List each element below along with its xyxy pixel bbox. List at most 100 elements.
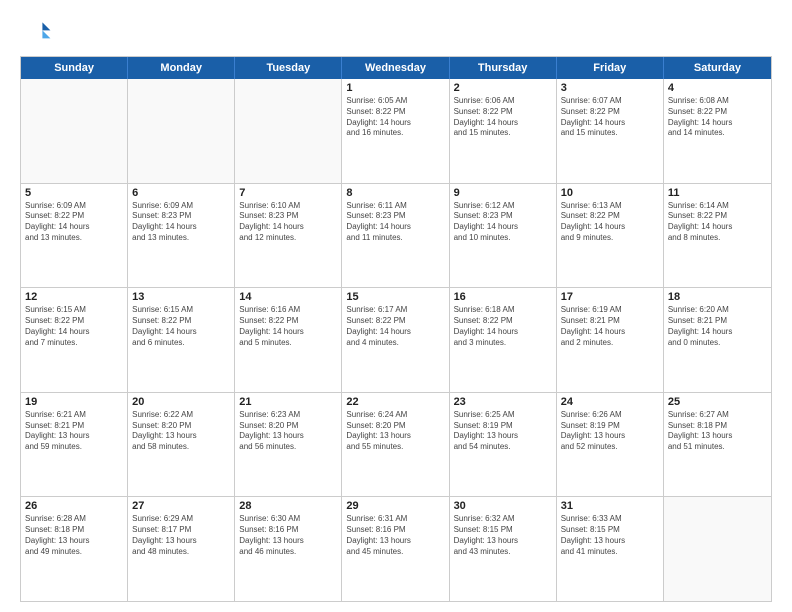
cell-info: Sunrise: 6:27 AM Sunset: 8:18 PM Dayligh… xyxy=(668,410,767,453)
cell-info: Sunrise: 6:06 AM Sunset: 8:22 PM Dayligh… xyxy=(454,96,552,139)
day-number: 27 xyxy=(132,500,230,512)
day-number: 19 xyxy=(25,396,123,408)
weekday-header: Friday xyxy=(557,57,664,79)
calendar-cell xyxy=(128,79,235,183)
cell-info: Sunrise: 6:09 AM Sunset: 8:22 PM Dayligh… xyxy=(25,201,123,244)
calendar-cell xyxy=(235,79,342,183)
day-number: 9 xyxy=(454,187,552,199)
calendar-row: 26 Sunrise: 6:28 AM Sunset: 8:18 PM Dayli… xyxy=(21,497,771,601)
cell-info: Sunrise: 6:20 AM Sunset: 8:21 PM Dayligh… xyxy=(668,305,767,348)
day-number: 15 xyxy=(346,291,444,303)
cell-info: Sunrise: 6:11 AM Sunset: 8:23 PM Dayligh… xyxy=(346,201,444,244)
calendar-cell: 21 Sunrise: 6:23 AM Sunset: 8:20 PM Dayli… xyxy=(235,393,342,497)
day-number: 23 xyxy=(454,396,552,408)
day-number: 13 xyxy=(132,291,230,303)
calendar-cell: 17Sunrise: 6:19 AM Sunset: 8:21 PM Dayli… xyxy=(557,288,664,392)
calendar: SundayMondayTuesdayWednesdayThursdayFrid… xyxy=(20,56,772,602)
cell-info: Sunrise: 6:12 AM Sunset: 8:23 PM Dayligh… xyxy=(454,201,552,244)
day-number: 7 xyxy=(239,187,337,199)
day-number: 5 xyxy=(25,187,123,199)
cell-info: Sunrise: 6:15 AM Sunset: 8:22 PM Dayligh… xyxy=(132,305,230,348)
calendar-cell: 20 Sunrise: 6:22 AM Sunset: 8:20 PM Dayli… xyxy=(128,393,235,497)
day-number: 18 xyxy=(668,291,767,303)
weekday-header: Monday xyxy=(128,57,235,79)
day-number: 31 xyxy=(561,500,659,512)
weekday-header: Thursday xyxy=(450,57,557,79)
calendar-cell: 10 Sunrise: 6:13 AM Sunset: 8:22 PM Dayli… xyxy=(557,184,664,288)
calendar-cell: 27 Sunrise: 6:29 AM Sunset: 8:17 PM Dayli… xyxy=(128,497,235,601)
calendar-cell: 25 Sunrise: 6:27 AM Sunset: 8:18 PM Dayli… xyxy=(664,393,771,497)
calendar-cell: 5 Sunrise: 6:09 AM Sunset: 8:22 PM Daylig… xyxy=(21,184,128,288)
day-number: 6 xyxy=(132,187,230,199)
calendar-cell: 29 Sunrise: 6:31 AM Sunset: 8:16 PM Dayli… xyxy=(342,497,449,601)
cell-info: Sunrise: 6:26 AM Sunset: 8:19 PM Dayligh… xyxy=(561,410,659,453)
calendar-cell: 30 Sunrise: 6:32 AM Sunset: 8:15 PM Dayli… xyxy=(450,497,557,601)
calendar-cell: 8Sunrise: 6:11 AM Sunset: 8:23 PM Daylig… xyxy=(342,184,449,288)
cell-info: Sunrise: 6:10 AM Sunset: 8:23 PM Dayligh… xyxy=(239,201,337,244)
calendar-cell: 12 Sunrise: 6:15 AM Sunset: 8:22 PM Dayli… xyxy=(21,288,128,392)
weekday-header: Saturday xyxy=(664,57,771,79)
cell-info: Sunrise: 6:05 AM Sunset: 8:22 PM Dayligh… xyxy=(346,96,444,139)
day-number: 29 xyxy=(346,500,444,512)
calendar-row: 19 Sunrise: 6:21 AM Sunset: 8:21 PM Dayli… xyxy=(21,393,771,498)
cell-info: Sunrise: 6:07 AM Sunset: 8:22 PM Dayligh… xyxy=(561,96,659,139)
cell-info: Sunrise: 6:23 AM Sunset: 8:20 PM Dayligh… xyxy=(239,410,337,453)
day-number: 16 xyxy=(454,291,552,303)
day-number: 17 xyxy=(561,291,659,303)
cell-info: Sunrise: 6:16 AM Sunset: 8:22 PM Dayligh… xyxy=(239,305,337,348)
calendar-cell: 28Sunrise: 6:30 AM Sunset: 8:16 PM Dayli… xyxy=(235,497,342,601)
day-number: 4 xyxy=(668,82,767,94)
header xyxy=(20,16,772,48)
weekday-header: Tuesday xyxy=(235,57,342,79)
cell-info: Sunrise: 6:21 AM Sunset: 8:21 PM Dayligh… xyxy=(25,410,123,453)
calendar-cell: 4Sunrise: 6:08 AM Sunset: 8:22 PM Daylig… xyxy=(664,79,771,183)
calendar-cell: 9 Sunrise: 6:12 AM Sunset: 8:23 PM Daylig… xyxy=(450,184,557,288)
day-number: 12 xyxy=(25,291,123,303)
logo-icon xyxy=(20,16,52,48)
calendar-cell: 18 Sunrise: 6:20 AM Sunset: 8:21 PM Dayli… xyxy=(664,288,771,392)
day-number: 26 xyxy=(25,500,123,512)
calendar-cell: 15 Sunrise: 6:17 AM Sunset: 8:22 PM Dayli… xyxy=(342,288,449,392)
day-number: 11 xyxy=(668,187,767,199)
day-number: 20 xyxy=(132,396,230,408)
cell-info: Sunrise: 6:31 AM Sunset: 8:16 PM Dayligh… xyxy=(346,514,444,557)
calendar-cell: 2 Sunrise: 6:06 AM Sunset: 8:22 PM Daylig… xyxy=(450,79,557,183)
cell-info: Sunrise: 6:18 AM Sunset: 8:22 PM Dayligh… xyxy=(454,305,552,348)
calendar-cell: 22Sunrise: 6:24 AM Sunset: 8:20 PM Dayli… xyxy=(342,393,449,497)
calendar-cell: 13 Sunrise: 6:15 AM Sunset: 8:22 PM Dayli… xyxy=(128,288,235,392)
day-number: 10 xyxy=(561,187,659,199)
calendar-row: 5 Sunrise: 6:09 AM Sunset: 8:22 PM Daylig… xyxy=(21,184,771,289)
cell-info: Sunrise: 6:30 AM Sunset: 8:16 PM Dayligh… xyxy=(239,514,337,557)
calendar-cell xyxy=(21,79,128,183)
day-number: 14 xyxy=(239,291,337,303)
day-number: 3 xyxy=(561,82,659,94)
calendar-cell: 24Sunrise: 6:26 AM Sunset: 8:19 PM Dayli… xyxy=(557,393,664,497)
calendar-cell: 23 Sunrise: 6:25 AM Sunset: 8:19 PM Dayli… xyxy=(450,393,557,497)
calendar-cell: 19 Sunrise: 6:21 AM Sunset: 8:21 PM Dayli… xyxy=(21,393,128,497)
day-number: 2 xyxy=(454,82,552,94)
cell-info: Sunrise: 6:17 AM Sunset: 8:22 PM Dayligh… xyxy=(346,305,444,348)
calendar-cell: 31Sunrise: 6:33 AM Sunset: 8:15 PM Dayli… xyxy=(557,497,664,601)
calendar-row: 12 Sunrise: 6:15 AM Sunset: 8:22 PM Dayli… xyxy=(21,288,771,393)
day-number: 1 xyxy=(346,82,444,94)
cell-info: Sunrise: 6:22 AM Sunset: 8:20 PM Dayligh… xyxy=(132,410,230,453)
day-number: 30 xyxy=(454,500,552,512)
calendar-body: 1 Sunrise: 6:05 AM Sunset: 8:22 PM Daylig… xyxy=(21,79,771,601)
calendar-row: 1 Sunrise: 6:05 AM Sunset: 8:22 PM Daylig… xyxy=(21,79,771,184)
calendar-cell: 3 Sunrise: 6:07 AM Sunset: 8:22 PM Daylig… xyxy=(557,79,664,183)
weekday-header: Wednesday xyxy=(342,57,449,79)
calendar-cell: 6Sunrise: 6:09 AM Sunset: 8:23 PM Daylig… xyxy=(128,184,235,288)
cell-info: Sunrise: 6:29 AM Sunset: 8:17 PM Dayligh… xyxy=(132,514,230,557)
calendar-header: SundayMondayTuesdayWednesdayThursdayFrid… xyxy=(21,57,771,79)
cell-info: Sunrise: 6:25 AM Sunset: 8:19 PM Dayligh… xyxy=(454,410,552,453)
day-number: 21 xyxy=(239,396,337,408)
day-number: 25 xyxy=(668,396,767,408)
cell-info: Sunrise: 6:13 AM Sunset: 8:22 PM Dayligh… xyxy=(561,201,659,244)
calendar-cell: 26 Sunrise: 6:28 AM Sunset: 8:18 PM Dayli… xyxy=(21,497,128,601)
calendar-cell: 7 Sunrise: 6:10 AM Sunset: 8:23 PM Daylig… xyxy=(235,184,342,288)
weekday-header: Sunday xyxy=(21,57,128,79)
cell-info: Sunrise: 6:15 AM Sunset: 8:22 PM Dayligh… xyxy=(25,305,123,348)
cell-info: Sunrise: 6:28 AM Sunset: 8:18 PM Dayligh… xyxy=(25,514,123,557)
cell-info: Sunrise: 6:24 AM Sunset: 8:20 PM Dayligh… xyxy=(346,410,444,453)
cell-info: Sunrise: 6:32 AM Sunset: 8:15 PM Dayligh… xyxy=(454,514,552,557)
